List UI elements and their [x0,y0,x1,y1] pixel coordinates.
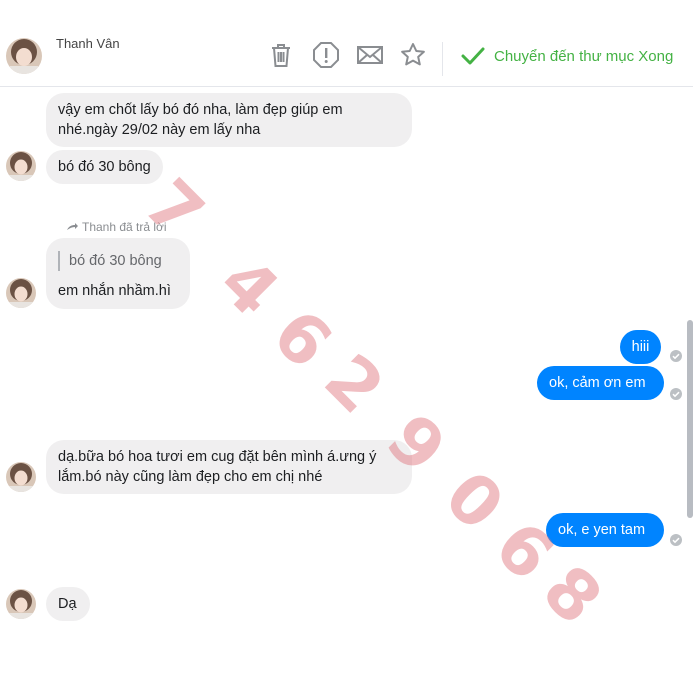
watermark-char: 6 [257,294,347,385]
reply-arrow-icon [67,223,78,230]
scrollbar[interactable] [687,320,693,518]
move-to-done-label: Chuyển đến thư mục Xong [494,47,674,65]
avatar[interactable] [6,589,36,619]
exclamation-icon[interactable] [311,40,341,70]
seen-check-icon [670,350,682,362]
watermark-char: 0 [429,456,519,547]
header-divider [442,42,443,76]
trash-icon[interactable] [266,40,296,70]
contact-avatar[interactable] [6,38,42,74]
message-bubble-incoming[interactable]: Dạ [46,587,90,621]
contact-name: Thanh Vân [56,36,120,51]
watermark-char: 8 [527,550,617,641]
message-bubble-incoming[interactable]: vậy em chốt lấy bó đó nha, làm đẹp giúp … [46,93,412,147]
avatar[interactable] [6,462,36,492]
message-bubble-outgoing[interactable]: ok, e yen tam [546,513,664,547]
move-to-done-button[interactable]: Chuyển đến thư mục Xong [460,43,673,69]
message-bubble-incoming[interactable]: dạ.bữa bó hoa tươi em cug đặt bên mình á… [46,440,412,494]
watermark-char: 4 [204,242,294,333]
check-icon [461,47,485,65]
message-bubble-outgoing[interactable]: ok, cảm ơn em [537,366,664,400]
envelope-icon[interactable] [355,40,385,70]
quoted-message: bó đó 30 bông [58,251,178,271]
message-bubble-incoming[interactable]: bó đó 30 bông em nhắn nhầm.hì [46,238,190,309]
seen-check-icon [670,388,682,400]
avatar[interactable] [6,151,36,181]
message-bubble-outgoing[interactable]: hiii [620,330,661,364]
message-bubble-incoming[interactable]: bó đó 30 bông [46,150,163,184]
reply-note: Thanh đã trả lời [66,220,167,234]
watermark-char: 2 [309,339,399,430]
avatar[interactable] [6,278,36,308]
reply-note-text: Thanh đã trả lời [82,220,167,234]
star-icon[interactable] [398,40,428,70]
conversation-header: Thanh Vân Chuyển đến thư mục Xong [0,0,693,87]
seen-check-icon [670,534,682,546]
message-text: em nhắn nhầm.hì [58,283,171,299]
